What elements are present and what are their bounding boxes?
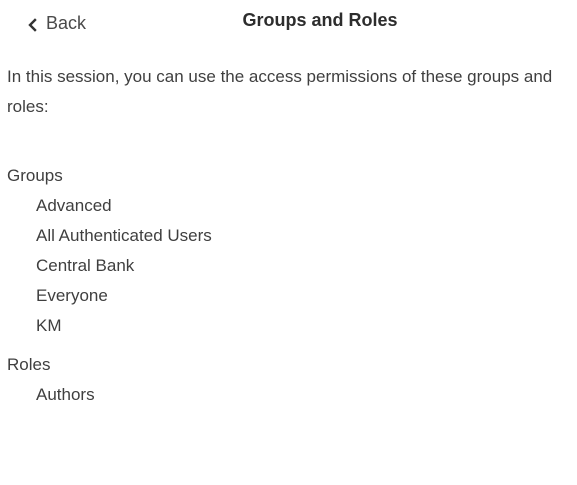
groups-section: Groups Advanced All Authenticated Users … bbox=[7, 161, 212, 341]
list-item: Everyone bbox=[36, 286, 108, 305]
roles-list: Authors bbox=[7, 380, 95, 410]
groups-list: Advanced All Authenticated Users Central… bbox=[7, 191, 212, 341]
page-title: Groups and Roles bbox=[242, 10, 398, 30]
intro-text: In this session, you can use the access … bbox=[7, 67, 553, 116]
list-item: All Authenticated Users bbox=[36, 226, 212, 245]
groups-heading: Groups bbox=[7, 166, 63, 185]
header: Back Groups and Roles bbox=[0, 0, 577, 46]
roles-section: Roles Authors bbox=[7, 350, 95, 410]
list-item: KM bbox=[36, 316, 62, 335]
roles-heading: Roles bbox=[7, 355, 51, 374]
list-item: Advanced bbox=[36, 196, 112, 215]
list-item: Central Bank bbox=[36, 256, 135, 275]
back-label: Back bbox=[46, 12, 87, 33]
list-item: Authors bbox=[36, 385, 95, 404]
chevron-left-icon bbox=[26, 16, 38, 32]
back-button[interactable]: Back bbox=[26, 11, 86, 35]
